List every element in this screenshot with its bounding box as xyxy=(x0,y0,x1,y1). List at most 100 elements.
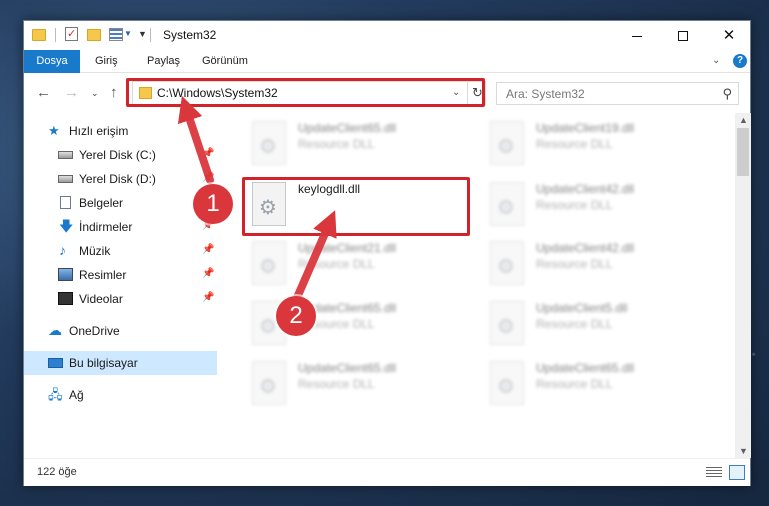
dll-file-icon xyxy=(490,301,524,345)
large-icons-view-icon[interactable] xyxy=(729,465,745,480)
scrollbar-thumb[interactable] xyxy=(737,128,749,176)
dll-file-icon xyxy=(490,182,524,226)
dll-file-icon xyxy=(252,361,286,405)
search-icon[interactable]: ⚲ xyxy=(722,86,732,102)
search-placeholder: Ara: System32 xyxy=(506,87,585,101)
scroll-up-icon[interactable]: ▲ xyxy=(739,115,748,125)
tab-share[interactable]: Paylaş xyxy=(135,50,192,73)
file-type: Resource DLL xyxy=(298,137,375,151)
pin-icon[interactable]: 📌 xyxy=(202,244,214,255)
chevron-down-icon[interactable]: ▼ xyxy=(124,29,132,45)
sidebar-item-downloads[interactable]: 🡇 İndirmeler 📌 xyxy=(24,215,217,239)
file-name: UpdateClient42.dll xyxy=(536,182,635,196)
minimize-button[interactable] xyxy=(614,21,660,50)
sidebar-item-local-disk-d[interactable]: Yerel Disk (D:) 📌 xyxy=(24,167,217,191)
sidebar-item-label: Hızlı erişim xyxy=(69,124,129,138)
file-item[interactable]: UpdateClient65.dll Resource DLL xyxy=(252,117,482,169)
file-list: UpdateClient65.dll Resource DLL UpdateCl… xyxy=(218,113,734,458)
file-item[interactable]: UpdateClient65.dll Resource DLL xyxy=(252,357,482,409)
sidebar-item-label: Bu bilgisayar xyxy=(69,356,138,370)
sidebar-item-videos[interactable]: Videolar 📌 xyxy=(24,287,217,311)
sidebar-item-label: İndirmeler xyxy=(79,220,133,234)
back-button[interactable]: ← xyxy=(36,84,51,101)
item-count: 122 öğe xyxy=(37,466,77,478)
tab-view[interactable]: Görünüm xyxy=(190,50,260,73)
up-button[interactable]: ↑ xyxy=(110,84,118,101)
scroll-down-icon[interactable]: ▼ xyxy=(739,446,748,456)
dll-file-icon xyxy=(490,361,524,405)
view-icon[interactable] xyxy=(109,28,123,41)
file-type: Resource DLL xyxy=(536,317,613,331)
sidebar-item-this-pc[interactable]: Bu bilgisayar xyxy=(24,351,217,375)
forward-button[interactable]: → xyxy=(64,84,79,101)
disk-icon xyxy=(58,151,73,159)
title-bar: ▼ ▼ System32 ✕ xyxy=(24,21,750,50)
sidebar-item-label: Ağ xyxy=(69,388,84,402)
sidebar-item-local-disk-c[interactable]: Yerel Disk (C:) 📌 xyxy=(24,143,217,167)
navigation-pane: ★ Hızlı erişim Yerel Disk (C:) 📌 Yerel D… xyxy=(24,113,217,458)
file-name: UpdateClient65.dll xyxy=(298,121,397,135)
maximize-button[interactable] xyxy=(660,21,706,50)
file-item[interactable]: UpdateClient19.dll Resource DLL xyxy=(490,117,720,169)
file-item[interactable]: UpdateClient21.dll Resource DLL xyxy=(252,237,482,289)
sidebar-item-label: Resimler xyxy=(79,268,127,282)
help-icon[interactable]: ? xyxy=(733,54,747,68)
details-view-icon[interactable] xyxy=(706,467,722,479)
address-path[interactable]: C:\Windows\System32 xyxy=(157,86,278,100)
folder-icon xyxy=(139,87,152,99)
close-button[interactable]: ✕ xyxy=(706,21,752,50)
dll-file-icon xyxy=(252,121,286,165)
file-item[interactable]: UpdateClient65.dll Resource DLL xyxy=(490,357,720,409)
file-item-keylogdll[interactable]: keylogdll.dll xyxy=(252,178,482,230)
sidebar-item-label: Yerel Disk (D:) xyxy=(79,172,156,186)
sidebar-item-label: OneDrive xyxy=(69,324,120,338)
sidebar-item-music[interactable]: ♪ Müzik 📌 xyxy=(24,239,217,263)
network-icon: 🖧 xyxy=(48,387,63,402)
pin-icon[interactable]: 📌 xyxy=(202,148,214,159)
separator xyxy=(55,28,56,42)
separator xyxy=(150,28,151,42)
properties-icon[interactable] xyxy=(65,27,78,41)
download-icon: 🡇 xyxy=(59,218,74,234)
file-name: UpdateClient5.dll xyxy=(536,301,628,315)
sidebar-item-onedrive[interactable]: ☁ OneDrive xyxy=(24,319,217,343)
expand-ribbon-icon[interactable]: ⌄ xyxy=(712,55,720,66)
dll-file-icon xyxy=(490,241,524,285)
file-name: UpdateClient65.dll xyxy=(536,361,635,375)
pictures-icon xyxy=(58,268,73,281)
customize-toolbar-icon[interactable]: ▼ xyxy=(138,29,147,45)
file-name: UpdateClient21.dll xyxy=(298,241,397,255)
file-name: keylogdll.dll xyxy=(298,182,361,196)
sidebar-item-network[interactable]: 🖧 Ağ xyxy=(24,383,217,407)
sidebar-item-label: Yerel Disk (C:) xyxy=(79,148,156,162)
file-item[interactable]: UpdateClient42.dll Resource DLL xyxy=(490,178,720,230)
file-item[interactable]: UpdateClient5.dll Resource DLL xyxy=(490,297,720,349)
search-box[interactable]: Ara: System32 ⚲ xyxy=(496,82,739,105)
address-bar[interactable]: C:\Windows\System32 ⌄ ↻ xyxy=(132,81,486,105)
refresh-button[interactable]: ↻ xyxy=(467,82,487,104)
sidebar-item-label: Videolar xyxy=(79,292,123,306)
file-item[interactable]: UpdateClient42.dll Resource DLL xyxy=(490,237,720,289)
cloud-icon: ☁ xyxy=(48,322,62,338)
dll-file-icon xyxy=(252,241,286,285)
tab-home[interactable]: Giriş xyxy=(83,50,130,73)
pin-icon[interactable]: 📌 xyxy=(202,268,214,279)
sidebar-item-pictures[interactable]: Resimler 📌 xyxy=(24,263,217,287)
vertical-scrollbar[interactable]: ▲ ▼ xyxy=(735,113,751,458)
recent-locations-button[interactable]: ⌄ xyxy=(91,88,99,99)
file-type: Resource DLL xyxy=(536,377,613,391)
pin-icon[interactable]: 📌 xyxy=(202,172,214,183)
window-title: System32 xyxy=(163,28,217,42)
sidebar-item-quick-access[interactable]: ★ Hızlı erişim xyxy=(24,119,217,143)
dll-file-icon xyxy=(252,182,286,226)
sidebar-item-label: Müzik xyxy=(79,244,111,258)
chevron-down-icon[interactable]: ⌄ xyxy=(452,87,460,98)
new-folder-icon[interactable] xyxy=(87,29,101,41)
ribbon-tabs: Dosya Giriş Paylaş Görünüm ⌄ ? xyxy=(24,50,750,73)
pin-icon[interactable]: 📌 xyxy=(202,292,214,303)
tab-file[interactable]: Dosya xyxy=(24,50,80,73)
file-explorer-window: ▼ ▼ System32 ✕ Dosya Giriş Paylaş Görünü… xyxy=(23,20,751,486)
status-bar: 122 öğe xyxy=(24,458,750,486)
sidebar-item-documents[interactable]: Belgeler 📌 xyxy=(24,191,217,215)
file-name: UpdateClient65.dll xyxy=(298,361,397,375)
